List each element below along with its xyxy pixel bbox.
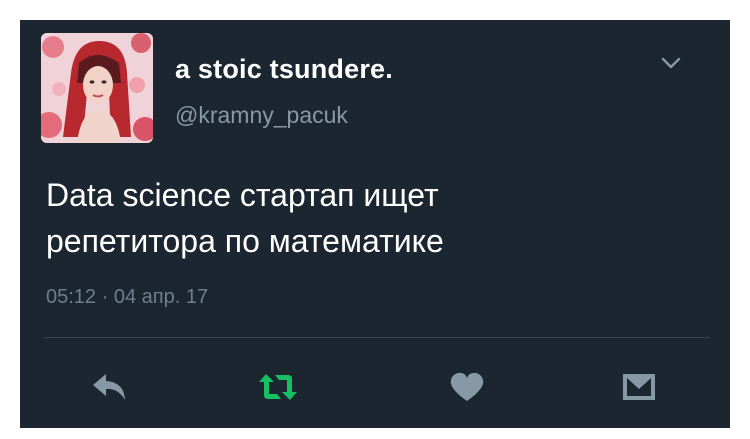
reply-icon (93, 374, 125, 400)
retweet-button[interactable] (256, 370, 300, 404)
avatar[interactable] (41, 33, 153, 143)
divider (44, 337, 710, 338)
avatar-photo (41, 33, 153, 143)
tweet-text: Data science стартап ищет репетитора по … (46, 172, 706, 264)
tweet-text-line: Data science стартап ищет (46, 177, 439, 213)
direct-message-button[interactable] (617, 370, 661, 404)
author-handle[interactable]: @kramny_pacuk (175, 102, 348, 129)
heart-icon (450, 372, 484, 401)
envelope-icon (623, 374, 655, 400)
chevron-down-icon[interactable] (660, 54, 682, 72)
author-display-name[interactable]: a stoic tsundere. (175, 54, 393, 85)
tweet-card: a stoic tsundere. @kramny_pacuk Data sci… (20, 20, 730, 428)
reply-button[interactable] (88, 370, 132, 404)
tweet-text-line: репетитора по математике (46, 223, 444, 259)
like-button[interactable] (445, 370, 489, 404)
tweet-timestamp[interactable]: 05:12 · 04 апр. 17 (46, 286, 208, 309)
retweet-icon (259, 374, 297, 400)
